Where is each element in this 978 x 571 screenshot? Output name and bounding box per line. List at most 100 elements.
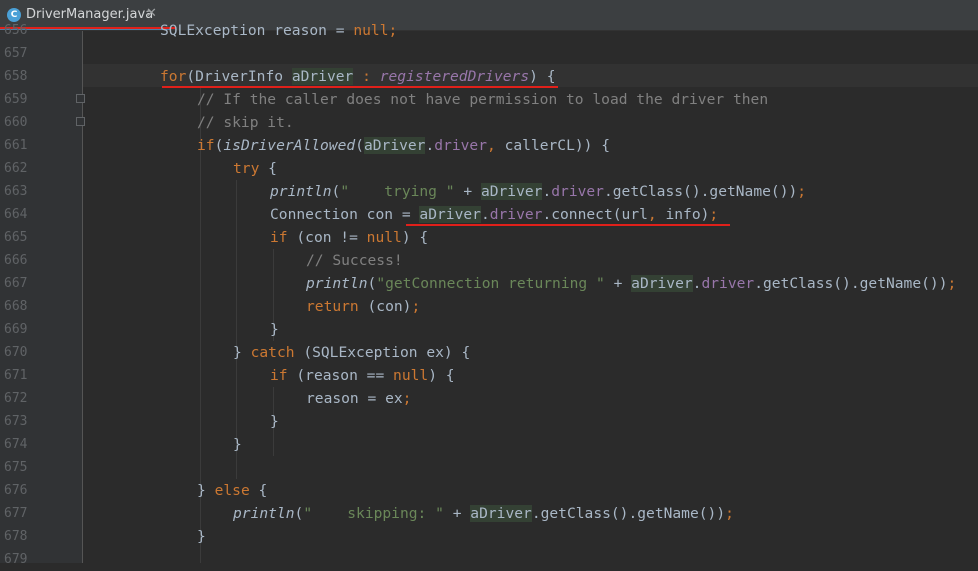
code-line-664: Connection con = aDriver.driver.connect(… — [270, 203, 718, 226]
code-line-669: } — [270, 321, 279, 338]
keyword-catch: catch — [250, 344, 295, 361]
code-line-677: println(" skipping: " + aDriver.getClass… — [233, 502, 734, 525]
dot: . — [480, 206, 490, 223]
brace: { — [601, 137, 611, 154]
method-isdriverallowed: isDriverAllowed — [223, 137, 356, 154]
variable-adriver: aDriver — [470, 505, 532, 522]
code-line-676: } else { — [197, 479, 267, 502]
operator: + — [613, 275, 623, 292]
line-number: 670 — [4, 345, 28, 360]
brace: { — [445, 367, 455, 384]
variable-adriver: aDriver — [291, 68, 354, 85]
line-number: 671 — [4, 368, 28, 383]
argument: info) — [665, 206, 710, 223]
catch-clause: (SQLException ex) — [303, 344, 453, 361]
line-number: 665 — [4, 230, 28, 245]
keyword-null: null — [353, 22, 389, 39]
method-println: println — [270, 183, 332, 200]
brace: } — [197, 482, 206, 499]
brace: { — [268, 160, 277, 177]
type-name: SQLException — [160, 22, 266, 39]
field-driver: driver — [551, 183, 604, 200]
line-number-gutter: 656 657 658 659 660 661 662 663 664 665 … — [0, 23, 85, 567]
line-number: 677 — [4, 506, 28, 521]
line-number: 675 — [4, 460, 28, 475]
line-number: 674 — [4, 437, 28, 452]
method-println: println — [233, 505, 295, 522]
string-literal: " skipping: " — [303, 505, 444, 522]
line-number: 668 — [4, 299, 28, 314]
brace: { — [419, 229, 429, 246]
line-number: 659 — [4, 92, 28, 107]
assignment: reason = ex — [306, 390, 403, 407]
paren: ) — [529, 68, 538, 85]
line-number: 657 — [4, 46, 28, 61]
variable-adriver: aDriver — [363, 137, 426, 154]
close-icon[interactable]: ✕ — [146, 6, 157, 21]
keyword-null: null — [393, 367, 429, 384]
paren: ) — [428, 367, 437, 384]
semicolon: ; — [402, 390, 412, 407]
paren: ( — [294, 505, 304, 522]
semicolon: ; — [725, 505, 734, 522]
connect-call-underline-annotation — [406, 224, 730, 226]
line-number: 667 — [4, 276, 28, 291]
colon: : — [362, 68, 371, 85]
code-line-659: // If the caller does not have permissio… — [197, 91, 769, 108]
code-line-656: SQLException reason = null; — [160, 19, 397, 42]
code-line-667: println("getConnection returning " + aDr… — [306, 272, 956, 295]
paren: ( — [355, 137, 364, 154]
brace: } — [233, 344, 242, 361]
code-line-671: if (reason == null) { — [270, 364, 455, 387]
keyword-if: if — [270, 229, 288, 246]
type-name: Connection — [270, 206, 358, 223]
code-line-663: println(" trying " + aDriver.driver.getC… — [270, 180, 806, 203]
condition: (reason == — [296, 367, 394, 384]
comma: , — [487, 137, 496, 154]
for-loop-underline-annotation — [162, 86, 558, 88]
dot: . — [542, 183, 552, 200]
variable-adriver: aDriver — [480, 183, 543, 200]
tab-file-name[interactable]: DriverManager.java — [26, 7, 153, 22]
method-chain: .getClass().getName()) — [531, 505, 726, 522]
operator: = — [335, 22, 345, 39]
line-number: 656 — [4, 23, 28, 38]
expression: (con) — [367, 298, 412, 315]
line-number: 660 — [4, 115, 28, 130]
operator: = — [401, 206, 411, 223]
brace: { — [546, 68, 556, 85]
line-number: 662 — [4, 161, 28, 176]
field-driver: driver — [434, 137, 487, 154]
semicolon: ; — [388, 22, 398, 39]
argument: callerCL — [504, 137, 575, 154]
code-line-672: reason = ex; — [306, 387, 411, 410]
condition: (con != — [296, 229, 367, 246]
semicolon: ; — [797, 183, 807, 200]
keyword-return: return — [306, 298, 359, 315]
code-editor[interactable]: SQLException reason = null; for(DriverIn… — [83, 22, 978, 563]
keyword-try: try — [233, 160, 260, 177]
line-number: 669 — [4, 322, 28, 337]
dot: . — [425, 137, 435, 154]
method-println: println — [306, 275, 368, 292]
code-line-673: } — [270, 413, 279, 430]
code-line-678: } — [197, 528, 206, 545]
identifier: con — [366, 206, 394, 223]
semicolon: ; — [411, 298, 421, 315]
keyword-null: null — [366, 229, 402, 246]
variable-adriver: aDriver — [631, 275, 693, 292]
field-driver: driver — [489, 206, 543, 223]
keyword-if: if — [197, 137, 215, 154]
operator: + — [452, 505, 462, 522]
method-chain: .getClass().getName()) — [754, 275, 948, 292]
field-driver: driver — [701, 275, 755, 292]
identifier: reason — [274, 22, 327, 39]
string-literal: " trying " — [340, 183, 455, 200]
field-registereddrivers: registeredDrivers — [379, 68, 530, 85]
paren: ( — [331, 183, 341, 200]
method-connect: .connect(url — [542, 206, 648, 223]
line-number: 661 — [4, 138, 28, 153]
paren: )) — [574, 137, 593, 154]
code-line-674: } — [233, 436, 242, 453]
type-name: DriverInfo — [195, 68, 284, 85]
